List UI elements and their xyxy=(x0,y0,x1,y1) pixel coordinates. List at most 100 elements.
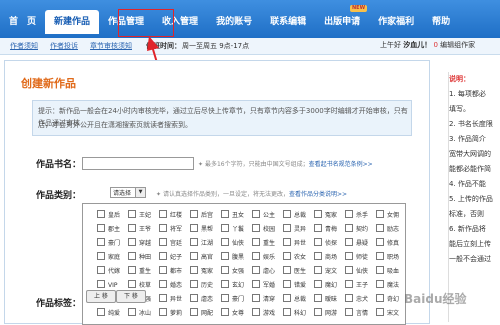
checkbox-icon[interactable] xyxy=(97,238,105,246)
checkbox-icon[interactable] xyxy=(252,238,260,246)
tag-checkbox[interactable]: 重生 xyxy=(252,238,275,247)
checkbox-icon[interactable] xyxy=(190,280,198,288)
checkbox-icon[interactable] xyxy=(221,308,229,316)
tag-checkbox[interactable]: 杀手 xyxy=(345,210,368,219)
tag-checkbox[interactable]: 错爱 xyxy=(283,280,306,289)
tag-checkbox[interactable]: 将军 xyxy=(159,224,182,233)
tag-checkbox[interactable]: 女佣 xyxy=(376,210,399,219)
tag-checkbox[interactable]: 契约 xyxy=(345,224,368,233)
checkbox-icon[interactable] xyxy=(97,252,105,260)
checkbox-icon[interactable] xyxy=(159,266,167,274)
checkbox-icon[interactable] xyxy=(190,266,198,274)
checkbox-icon[interactable] xyxy=(128,210,136,218)
tag-checkbox[interactable]: 皇后 xyxy=(97,210,120,219)
tag-checkbox[interactable]: 黑帮 xyxy=(190,224,213,233)
tag-checkbox[interactable]: 侦探 xyxy=(314,238,337,247)
tag-checkbox[interactable]: 王妃 xyxy=(128,210,151,219)
tag-checkbox[interactable]: 丑女 xyxy=(221,210,244,219)
checkbox-icon[interactable] xyxy=(283,210,291,218)
checkbox-icon[interactable] xyxy=(252,210,260,218)
checkbox-icon[interactable] xyxy=(283,308,291,316)
tag-checkbox[interactable]: 游戏 xyxy=(252,308,275,317)
move-down-button[interactable]: 下 移 xyxy=(116,290,146,303)
tag-checkbox[interactable]: 灵异 xyxy=(283,224,306,233)
tag-checkbox[interactable]: 职场 xyxy=(376,252,399,261)
checkbox-icon[interactable] xyxy=(159,238,167,246)
tag-checkbox[interactable]: 仙侠 xyxy=(221,238,244,247)
tag-checkbox[interactable]: 网游 xyxy=(314,308,337,317)
checkbox-icon[interactable] xyxy=(97,224,105,232)
category-select[interactable]: 请选择 ▼ xyxy=(110,187,146,198)
tag-checkbox[interactable]: 婚恋 xyxy=(159,280,182,289)
checkbox-icon[interactable] xyxy=(128,266,136,274)
tag-checkbox[interactable]: 吸血 xyxy=(376,266,399,275)
checkbox-icon[interactable] xyxy=(252,280,260,288)
checkbox-icon[interactable] xyxy=(159,280,167,288)
checkbox-icon[interactable] xyxy=(221,252,229,260)
tag-checkbox[interactable]: 种田 xyxy=(128,252,151,261)
checkbox-icon[interactable] xyxy=(190,238,198,246)
tag-checkbox[interactable]: 女尊 xyxy=(221,308,244,317)
tag-checkbox[interactable]: VIP xyxy=(97,280,118,289)
checkbox-icon[interactable] xyxy=(252,252,260,260)
checkbox-icon[interactable] xyxy=(376,266,384,274)
tag-checkbox[interactable]: 穿越 xyxy=(128,238,151,247)
tag-checkbox[interactable]: 女强 xyxy=(221,266,244,275)
checkbox-icon[interactable] xyxy=(190,294,198,302)
checkbox-icon[interactable] xyxy=(376,224,384,232)
checkbox-icon[interactable] xyxy=(252,308,260,316)
tag-checkbox[interactable]: 王爷 xyxy=(128,224,151,233)
checkbox-icon[interactable] xyxy=(345,210,353,218)
checkbox-icon[interactable] xyxy=(314,210,322,218)
checkbox-icon[interactable] xyxy=(128,280,136,288)
checkbox-icon[interactable] xyxy=(376,294,384,302)
checkbox-icon[interactable] xyxy=(252,224,260,232)
checkbox-icon[interactable] xyxy=(190,210,198,218)
checkbox-icon[interactable] xyxy=(345,266,353,274)
tag-checkbox[interactable]: 军婚 xyxy=(252,280,275,289)
tag-checkbox[interactable]: 玄幻 xyxy=(221,280,244,289)
tag-checkbox[interactable]: 暧昧 xyxy=(314,294,337,303)
tag-checkbox[interactable]: 历史 xyxy=(190,280,213,289)
move-up-button[interactable]: 上 移 xyxy=(86,290,116,303)
tag-checkbox[interactable]: 代嫁 xyxy=(97,266,120,275)
tag-checkbox[interactable]: 都市 xyxy=(159,266,182,275)
tag-checkbox[interactable]: 娱乐 xyxy=(252,252,275,261)
checkbox-icon[interactable] xyxy=(97,308,105,316)
checkbox-icon[interactable] xyxy=(314,252,322,260)
checkbox-icon[interactable] xyxy=(221,280,229,288)
tag-checkbox[interactable]: 郡主 xyxy=(97,224,120,233)
checkbox-icon[interactable] xyxy=(97,280,105,288)
tag-checkbox[interactable]: 虐心 xyxy=(252,266,275,275)
tag-checkbox[interactable]: 宋文 xyxy=(376,308,399,317)
checkbox-icon[interactable] xyxy=(283,266,291,274)
tag-checkbox[interactable]: 总裁 xyxy=(283,294,306,303)
category-info-link[interactable]: 查看作品分类说明>> xyxy=(289,191,347,198)
tag-checkbox[interactable]: 言情 xyxy=(345,308,368,317)
checkbox-icon[interactable] xyxy=(97,210,105,218)
tag-checkbox[interactable]: 萝莉 xyxy=(159,308,182,317)
tag-checkbox[interactable]: 冤家 xyxy=(190,266,213,275)
checkbox-icon[interactable] xyxy=(345,224,353,232)
tag-checkbox[interactable]: 豪门 xyxy=(221,294,244,303)
tag-checkbox[interactable]: 冰山 xyxy=(128,308,151,317)
tag-checkbox[interactable]: 家庭 xyxy=(97,252,120,261)
checkbox-icon[interactable] xyxy=(283,224,291,232)
checkbox-icon[interactable] xyxy=(221,224,229,232)
checkbox-icon[interactable] xyxy=(376,238,384,246)
tag-checkbox[interactable]: 妃子 xyxy=(159,252,182,261)
checkbox-icon[interactable] xyxy=(221,294,229,302)
checkbox-icon[interactable] xyxy=(283,294,291,302)
checkbox-icon[interactable] xyxy=(345,252,353,260)
checkbox-icon[interactable] xyxy=(97,266,105,274)
checkbox-icon[interactable] xyxy=(221,238,229,246)
tag-checkbox[interactable]: 魔幻 xyxy=(314,280,337,289)
checkbox-icon[interactable] xyxy=(128,238,136,246)
tag-checkbox[interactable]: 豪门 xyxy=(97,238,120,247)
tag-checkbox[interactable]: 红楼 xyxy=(159,210,182,219)
checkbox-icon[interactable] xyxy=(314,266,322,274)
checkbox-icon[interactable] xyxy=(283,252,291,260)
tag-checkbox[interactable]: 魔法 xyxy=(376,280,399,289)
tag-checkbox[interactable]: 修真 xyxy=(376,238,399,247)
tag-checkbox[interactable]: 师徒 xyxy=(345,252,368,261)
